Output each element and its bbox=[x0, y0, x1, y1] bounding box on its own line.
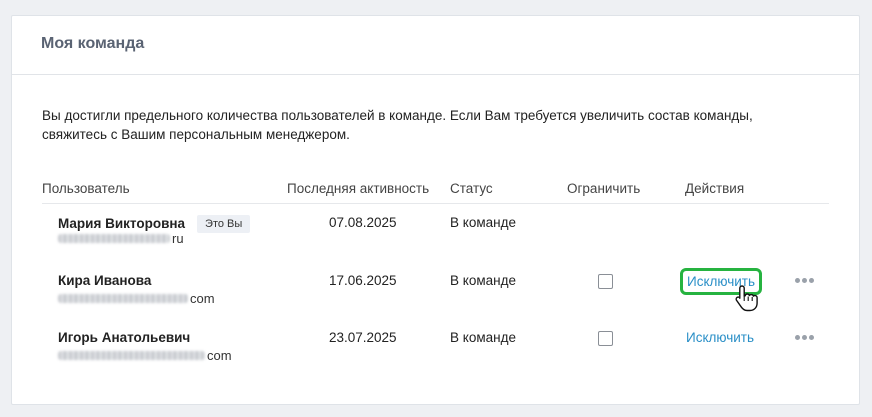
header-user: Пользователь bbox=[42, 181, 130, 196]
you-badge: Это Вы bbox=[197, 215, 251, 233]
hand-pointer-icon bbox=[735, 285, 758, 312]
last-activity: 23.07.2025 bbox=[329, 330, 397, 345]
redacted-email bbox=[58, 351, 205, 360]
header-actions: Действия bbox=[685, 181, 745, 196]
user-name: Мария Викторовна bbox=[58, 216, 186, 231]
page-title: Моя команда bbox=[41, 35, 145, 52]
restrict-checkbox[interactable] bbox=[598, 274, 613, 289]
user-email: com bbox=[58, 348, 232, 363]
status-text: В команде bbox=[450, 330, 516, 345]
user-name: Кира Иванова bbox=[58, 273, 152, 288]
card-header: Моя команда bbox=[12, 16, 859, 75]
header-last-activity: Последняя активность bbox=[287, 181, 430, 196]
table-row: Игорь Анатольевич com 23.07.2025 В коман… bbox=[42, 318, 829, 375]
notice-line-1: Вы достигли предельного количества польз… bbox=[42, 108, 753, 123]
limit-notice: Вы достигли предельного количества польз… bbox=[42, 106, 832, 144]
more-icon[interactable] bbox=[795, 335, 814, 340]
redacted-email bbox=[58, 294, 188, 303]
redacted-email bbox=[58, 234, 170, 243]
table-header: Пользователь Последняя активность Статус… bbox=[42, 180, 829, 204]
header-restrict: Ограничить bbox=[567, 181, 641, 196]
status-text: В команде bbox=[450, 273, 516, 288]
team-card: Моя команда Вы достигли предельного коли… bbox=[11, 15, 860, 405]
user-email: ru bbox=[58, 231, 184, 246]
restrict-checkbox[interactable] bbox=[598, 331, 613, 346]
last-activity: 17.06.2025 bbox=[329, 273, 397, 288]
table-row: Кира Иванова com 17.06.2025 В команде Ис… bbox=[42, 261, 829, 318]
user-email: com bbox=[58, 291, 215, 306]
more-icon[interactable] bbox=[795, 278, 814, 283]
header-status: Статус bbox=[450, 181, 493, 196]
last-activity: 07.08.2025 bbox=[329, 215, 397, 230]
team-table: Пользователь Последняя активность Статус… bbox=[42, 180, 829, 375]
status-text: В команде bbox=[450, 215, 516, 230]
user-name: Игорь Анатольевич bbox=[58, 330, 191, 345]
table-row: Мария Викторовна Это Вы ru 07.08.2025 В к… bbox=[42, 204, 829, 261]
notice-line-2: свяжитесь с Вашим персональным менеджеро… bbox=[42, 127, 350, 142]
exclude-link[interactable]: Исключить bbox=[686, 330, 754, 345]
